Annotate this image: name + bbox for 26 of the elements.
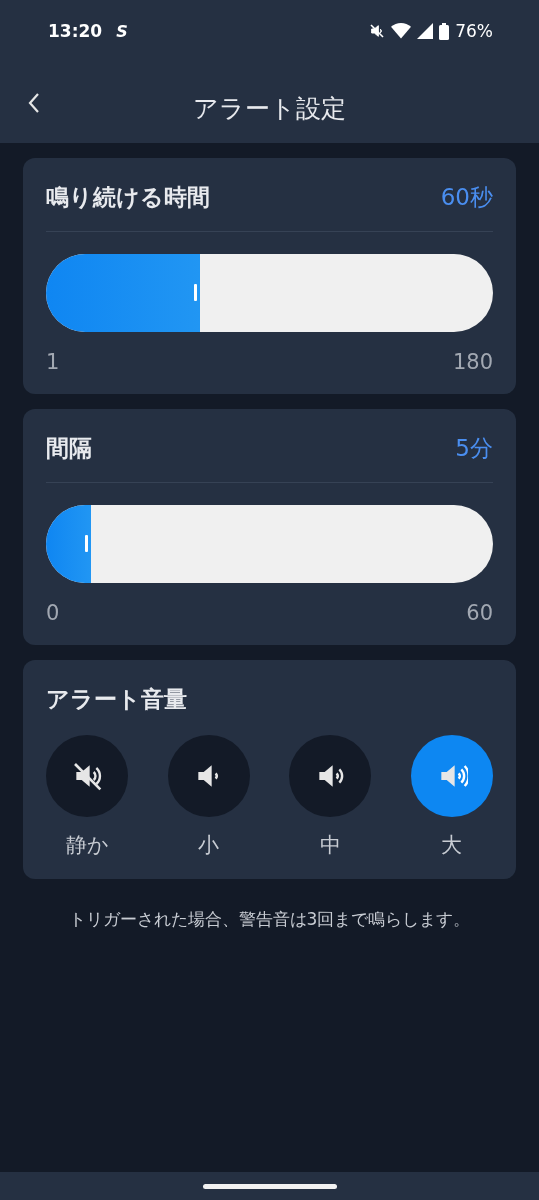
home-indicator[interactable]: [202, 1183, 337, 1189]
slider-min: 0: [46, 601, 60, 625]
volume-option-label: 静か: [65, 832, 109, 859]
setting-title: アラート音量: [46, 685, 188, 714]
status-time: 13:20: [48, 21, 103, 41]
setting-title: 鳴り続ける時間: [46, 183, 210, 212]
signal-icon: [417, 23, 434, 39]
slider-handle[interactable]: [194, 284, 198, 301]
mute-icon: [369, 23, 386, 39]
slider-max: 180: [452, 350, 493, 374]
setting-title: 間隔: [46, 434, 92, 463]
volume-option-label: 大: [441, 832, 463, 859]
volume-option-label: 小: [198, 832, 220, 859]
setting-value: 60秒: [440, 183, 493, 212]
wifi-icon: [391, 23, 412, 39]
notification-text: S: [116, 21, 128, 41]
info-text: トリガーされた場合、警告音は3回まで鳴らします。: [67, 908, 472, 931]
setting-value: 5分: [455, 434, 493, 463]
slider-handle[interactable]: [84, 535, 88, 552]
slider-min: 1: [46, 350, 60, 374]
battery-level: 76%: [455, 21, 493, 41]
slider-max: 60: [466, 601, 493, 625]
screen-title: アラート設定: [193, 93, 346, 125]
volume-option-label: 中: [319, 832, 341, 859]
battery-icon: [439, 22, 450, 40]
speaker-muted-icon: [71, 760, 103, 792]
